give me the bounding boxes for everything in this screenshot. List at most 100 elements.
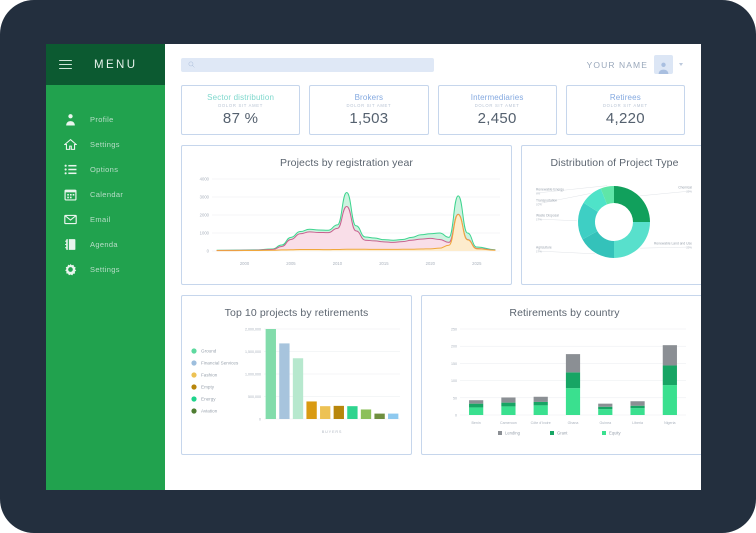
svg-text:Nigeria: Nigeria [664, 421, 675, 425]
top10-bar-chart: 0 500,000 1,000,000 1,500,000 2,000,000 BUYER… [191, 328, 400, 434]
panel-projects-by-registration-year: Projects by registration year 0 1000 2000 3… [181, 145, 512, 285]
svg-text:Ghana: Ghana [568, 421, 579, 425]
menu-label: MENU [94, 58, 138, 71]
kpi-value: 2,450 [477, 110, 517, 127]
sidebar-item-options[interactable]: Options [46, 157, 165, 182]
calendar-icon [64, 188, 77, 201]
svg-text:Lending: Lending [505, 431, 521, 436]
panel-retirements-by-country: Retirements by country 0 50 100 150 200 250 Be… [421, 295, 701, 455]
svg-text:17%: 17% [536, 250, 542, 254]
kpi-card-intermediaries[interactable]: Intermediaries DOLOR SIT AMET 2,450 [437, 85, 557, 135]
svg-text:2,000,000: 2,000,000 [245, 328, 261, 332]
svg-text:1,000,000: 1,000,000 [245, 373, 261, 377]
notebook-icon [64, 238, 77, 251]
svg-text:2000: 2000 [200, 213, 210, 218]
kpi-title: Sector distribution [207, 93, 275, 102]
svg-text:150: 150 [451, 362, 457, 366]
kpi-subtitle: DOLOR SIT AMET [346, 103, 392, 108]
svg-text:Cameroon: Cameroon [500, 421, 517, 425]
sidebar-header: MENU [46, 44, 165, 85]
svg-text:Empty: Empty [201, 385, 215, 390]
svg-text:0: 0 [455, 414, 457, 418]
svg-text:2010: 2010 [333, 261, 343, 266]
svg-text:25%: 25% [686, 190, 692, 194]
search-icon [188, 61, 195, 68]
svg-text:Energy: Energy [201, 397, 216, 402]
svg-text:4000: 4000 [200, 177, 210, 182]
svg-text:6%: 6% [536, 192, 541, 196]
sidebar-item-calendar[interactable]: Calendar [46, 182, 165, 207]
sidebar-item-label: Options [90, 165, 119, 174]
chevron-down-icon[interactable] [679, 63, 683, 66]
area-chart: 0 1000 2000 3000 4000 2000 2005 2010 2015 2020 202… [200, 177, 500, 266]
main-area: YOUR NAME Sector distribution DOLOR SIT … [165, 44, 701, 490]
sidebar-item-label: Calendar [90, 190, 124, 199]
svg-text:0: 0 [259, 418, 261, 422]
sidebar-nav: Profile Settings Options Calendar Email [46, 85, 165, 282]
hamburger-icon[interactable] [59, 59, 72, 70]
sidebar-item-email[interactable]: Email [46, 207, 165, 232]
chart-title: Top 10 projects by retirements [224, 307, 369, 319]
svg-text:0: 0 [207, 249, 210, 254]
kpi-title: Intermediaries [470, 93, 524, 102]
avatar[interactable] [654, 55, 673, 74]
kpi-subtitle: DOLOR SIT AMET [474, 103, 520, 108]
svg-text:50: 50 [453, 396, 457, 400]
donut-chart: Chemical25%Renewable Land and Use25%Agri… [536, 185, 692, 258]
user-menu[interactable]: YOUR NAME [587, 55, 683, 74]
top-bar: YOUR NAME [165, 44, 701, 85]
svg-text:2015: 2015 [379, 261, 389, 266]
kpi-value: 1,503 [349, 110, 389, 127]
svg-text:BUYERS: BUYERS [322, 430, 342, 434]
kpi-subtitle: DOLOR SIT AMET [602, 103, 648, 108]
dashboard-content: Sector distribution DOLOR SIT AMET 87 % … [165, 85, 701, 455]
svg-text:Liberia: Liberia [632, 421, 643, 425]
envelope-icon [64, 213, 77, 226]
sidebar-item-settings-gear[interactable]: Settings [46, 257, 165, 282]
svg-text:Grant: Grant [557, 431, 568, 436]
svg-text:500,000: 500,000 [248, 395, 261, 399]
kpi-card-brokers[interactable]: Brokers DOLOR SIT AMET 1,503 [309, 85, 429, 135]
kpi-card-retirees[interactable]: Retirees DOLOR SIT AMET 4,220 [565, 85, 685, 135]
panel-distribution-of-project-type: Distribution of Project Type Chemical 25%… [521, 145, 701, 285]
svg-text:2020: 2020 [426, 261, 436, 266]
kpi-card-sector-distribution[interactable]: Sector distribution DOLOR SIT AMET 87 % [181, 85, 301, 135]
svg-text:Renewable Energy: Renewable Energy [536, 188, 564, 192]
svg-text:25%: 25% [686, 246, 692, 250]
kpi-subtitle: DOLOR SIT AMET [218, 103, 264, 108]
user-name-label: YOUR NAME [586, 59, 648, 70]
svg-text:17%: 17% [536, 218, 542, 222]
svg-text:250: 250 [451, 328, 457, 332]
svg-text:3000: 3000 [200, 195, 210, 200]
sidebar-item-profile[interactable]: Profile [46, 107, 165, 132]
svg-text:100: 100 [451, 379, 457, 383]
sidebar-item-label: Settings [90, 265, 120, 274]
sidebar-item-settings-home[interactable]: Settings [46, 132, 165, 157]
svg-text:2005: 2005 [286, 261, 296, 266]
svg-text:2025: 2025 [472, 261, 482, 266]
svg-text:Equity: Equity [609, 431, 622, 436]
country-stacked-bar-chart: 0 50 100 150 200 250 Benin Cameroon Côte d'Ivoir… [451, 328, 686, 436]
kpi-value: 87 % [222, 110, 259, 127]
svg-text:Financial Services: Financial Services [201, 361, 239, 366]
chart-title: Projects by registration year [279, 157, 414, 169]
sidebar: MENU Profile Settings Options Calendar E… [46, 44, 165, 490]
chart-title: Distribution of Project Type [550, 157, 679, 169]
sidebar-item-label: Email [90, 215, 111, 224]
svg-text:Ground: Ground [201, 349, 217, 354]
sidebar-item-label: Agenda [90, 240, 118, 249]
svg-text:Fashion: Fashion [201, 373, 218, 378]
svg-text:1000: 1000 [200, 231, 210, 236]
kpi-title: Retirees [609, 93, 641, 102]
chart-title: Retirements by country [509, 307, 620, 319]
sidebar-item-label: Profile [90, 115, 114, 124]
sidebar-item-agenda[interactable]: Agenda [46, 232, 165, 257]
svg-text:Aviation: Aviation [201, 409, 218, 414]
kpi-row: Sector distribution DOLOR SIT AMET 87 % … [181, 85, 685, 135]
charts-row-1: Projects by registration year 0 1000 2000 3… [181, 145, 701, 285]
charts-row-2: Top 10 projects by retirements 0 500,000 1… [181, 295, 701, 455]
list-icon [64, 163, 77, 176]
search-input[interactable] [181, 57, 434, 72]
svg-text:Guinea: Guinea [599, 421, 611, 425]
app-screen: MENU Profile Settings Options Calendar E… [46, 44, 701, 490]
